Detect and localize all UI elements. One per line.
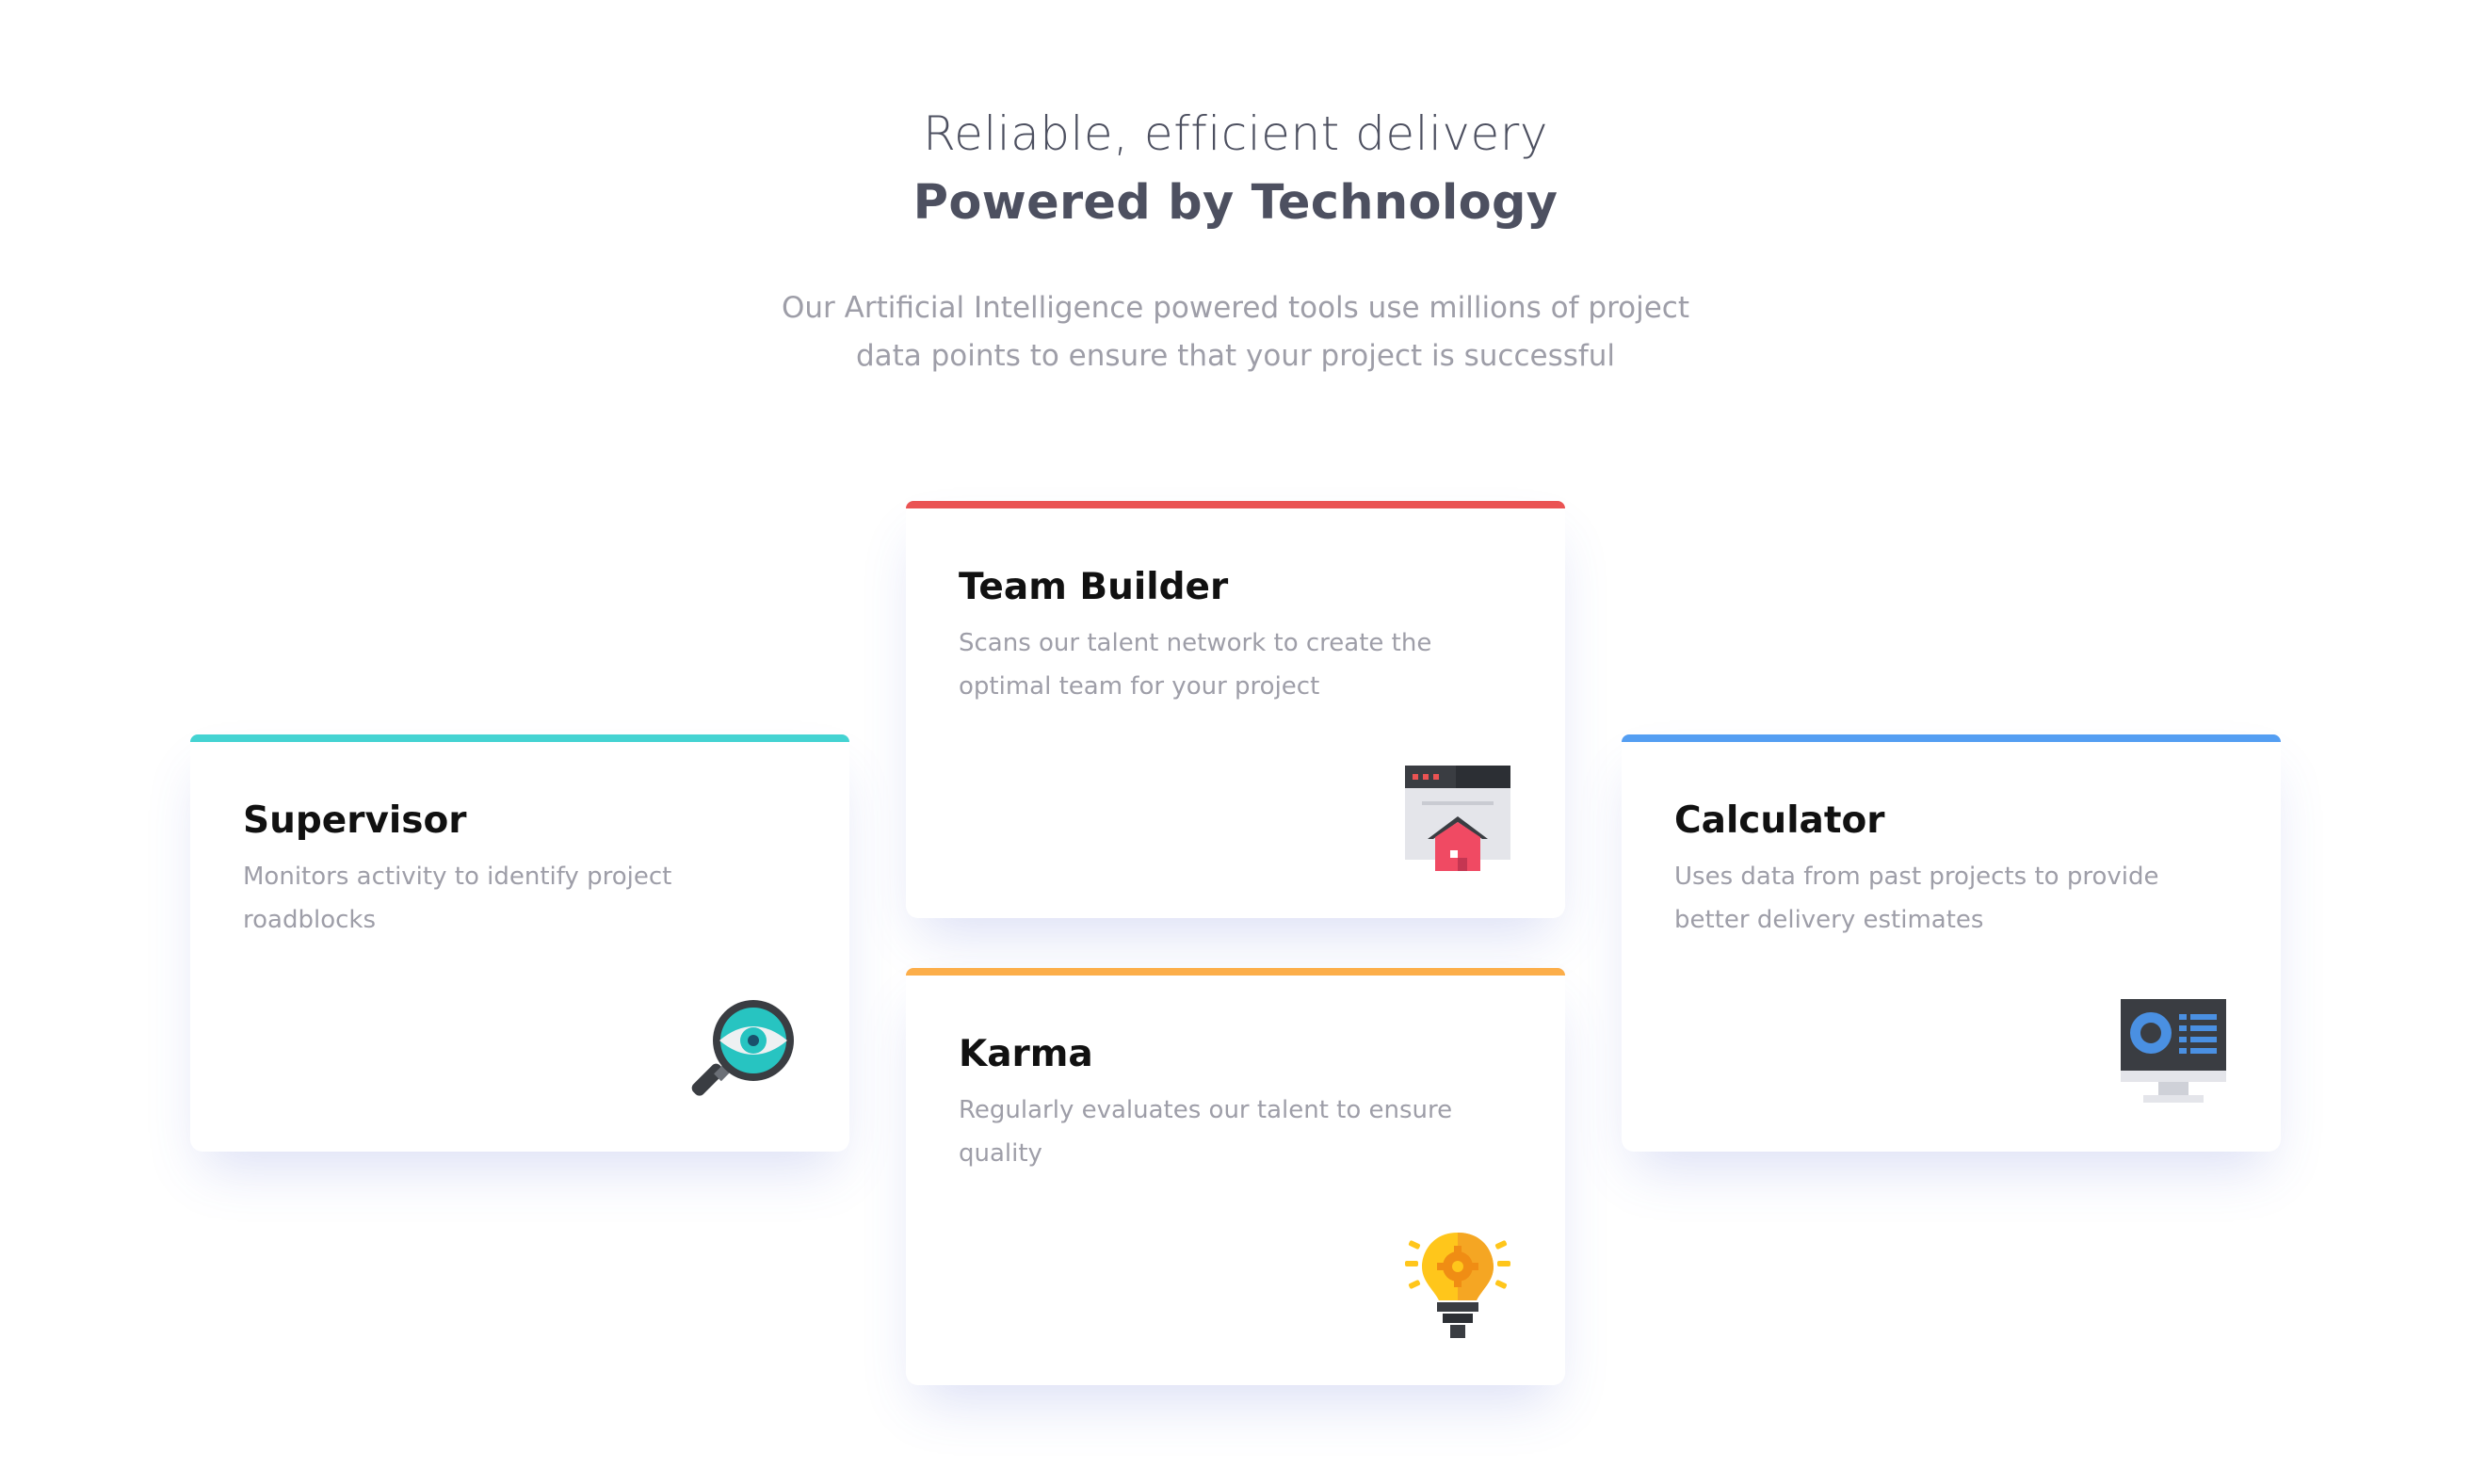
card-description: Monitors activity to identify project ro… [243,863,672,934]
section-header: Reliable, efficient delivery Powered by … [0,102,2471,380]
card-title: Supervisor [243,799,467,842]
card-accent-bar [906,968,1565,976]
card-title: Team Builder [959,566,1229,608]
card-accent-bar [906,501,1565,508]
card-description: Uses data from past projects to provide … [1674,863,2159,934]
card-title: Karma [959,1033,1093,1075]
card-description: Regularly evaluates our talent to ensure… [959,1096,1453,1168]
card-supervisor: Supervisor Monitors activity to identify… [190,734,849,1152]
card-accent-bar [190,734,849,742]
lightbulb-gear-icon [1403,1231,1512,1340]
magnifier-eye-icon [687,997,797,1106]
section-description: Our Artificial Intelligence powered tool… [782,291,1689,373]
card-calculator: Calculator Uses data from past projects … [1622,734,2281,1152]
monitor-chart-icon [2119,997,2228,1106]
section-title: Powered by Technology [912,175,1559,231]
card-team-builder: Team Builder Scans our talent network to… [906,501,1565,918]
card-title: Calculator [1674,799,1885,842]
card-karma: Karma Regularly evaluates our talent to … [906,968,1565,1385]
card-description: Scans our talent network to create the o… [959,629,1432,701]
card-accent-bar [1622,734,2281,742]
browser-house-icon [1403,764,1512,873]
section-subtitle: Reliable, efficient delivery [923,106,1548,161]
